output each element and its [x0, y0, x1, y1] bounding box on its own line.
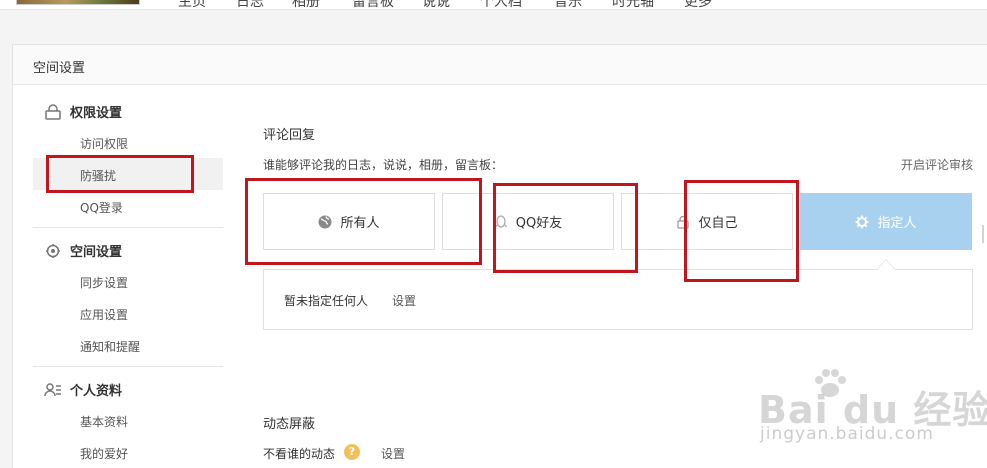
help-icon[interactable]: ? [344, 444, 360, 460]
nav-blog[interactable]: 日志 [236, 0, 264, 9]
nav-more[interactable]: 更多 [684, 0, 712, 9]
section-subtitle: 谁能够评论我的日志，说说，相册，留言板： [263, 158, 504, 172]
panel-title: 空间设置 [33, 61, 86, 76]
gear-icon [44, 243, 62, 259]
annotation-box-everyone [245, 178, 482, 265]
profile-icon [44, 382, 62, 398]
gear-icon [855, 215, 869, 229]
nav-profile[interactable]: 个人档 [480, 0, 522, 9]
sidebar-item-notifications[interactable]: 通知和提醒 [80, 338, 140, 355]
sidebar-divider [33, 227, 223, 228]
block-feed-label: 不看谁的动态 [263, 447, 336, 461]
sidebar-item-apps[interactable]: 应用设置 [80, 306, 128, 323]
enable-review-link[interactable]: 开启评论审核 [901, 156, 973, 173]
annotation-box-qq-friends [493, 183, 638, 273]
option-label: 指定人 [877, 216, 917, 231]
section-title-comment: 评论回复 [263, 128, 316, 143]
assign-setting-link[interactable]: 设置 [392, 292, 416, 309]
sidebar-item-access[interactable]: 访问权限 [80, 135, 128, 152]
sidebar-group-label: 空间设置 [70, 245, 123, 260]
nav-timeline[interactable]: 时光轴 [612, 0, 654, 9]
nav-home[interactable]: 主页 [178, 0, 206, 9]
sidebar-divider [33, 366, 223, 367]
lock-icon [44, 103, 62, 120]
sidebar-group-label: 个人资料 [70, 384, 123, 399]
no-people-assigned-text: 暂未指定任何人 [284, 294, 369, 308]
nav-music[interactable]: 音乐 [554, 0, 582, 9]
nav-guestbook[interactable]: 留言板 [352, 0, 394, 9]
sidebar-item-qq-login[interactable]: QQ登录 [80, 199, 123, 216]
scroll-edge [982, 225, 987, 243]
sidebar-item-basic-info[interactable]: 基本资料 [80, 413, 128, 430]
sidebar-item-sync[interactable]: 同步设置 [80, 274, 128, 291]
annotation-box-anti-harass [46, 155, 194, 193]
popover-arrow-inner [877, 260, 895, 270]
nav-shuoshuo[interactable]: 说说 [422, 0, 450, 9]
sidebar-group-label: 权限设置 [70, 106, 123, 121]
section-title-dynamic-block: 动态屏蔽 [263, 417, 316, 432]
specified-people-box [263, 269, 973, 330]
sidebar-group-space: 空间设置 [44, 241, 122, 260]
sidebar-group-permissions: 权限设置 [44, 102, 122, 121]
panel-header: 空间设置 [13, 45, 987, 85]
block-setting-link[interactable]: 设置 [381, 445, 405, 462]
sidebar-item-hobbies[interactable]: 我的爱好 [80, 445, 128, 462]
nav-album[interactable]: 相册 [292, 0, 320, 9]
sidebar-group-profile: 个人资料 [44, 380, 122, 399]
avatar[interactable] [16, 0, 140, 5]
option-specified-people[interactable]: 指定人 [800, 193, 972, 250]
top-nav: 主页 日志 相册 留言板 说说 个人档 音乐 时光轴 更多 [0, 0, 987, 10]
watermark-url: jingyan.baidu.com [760, 424, 934, 444]
annotation-box-only-me [684, 180, 799, 282]
